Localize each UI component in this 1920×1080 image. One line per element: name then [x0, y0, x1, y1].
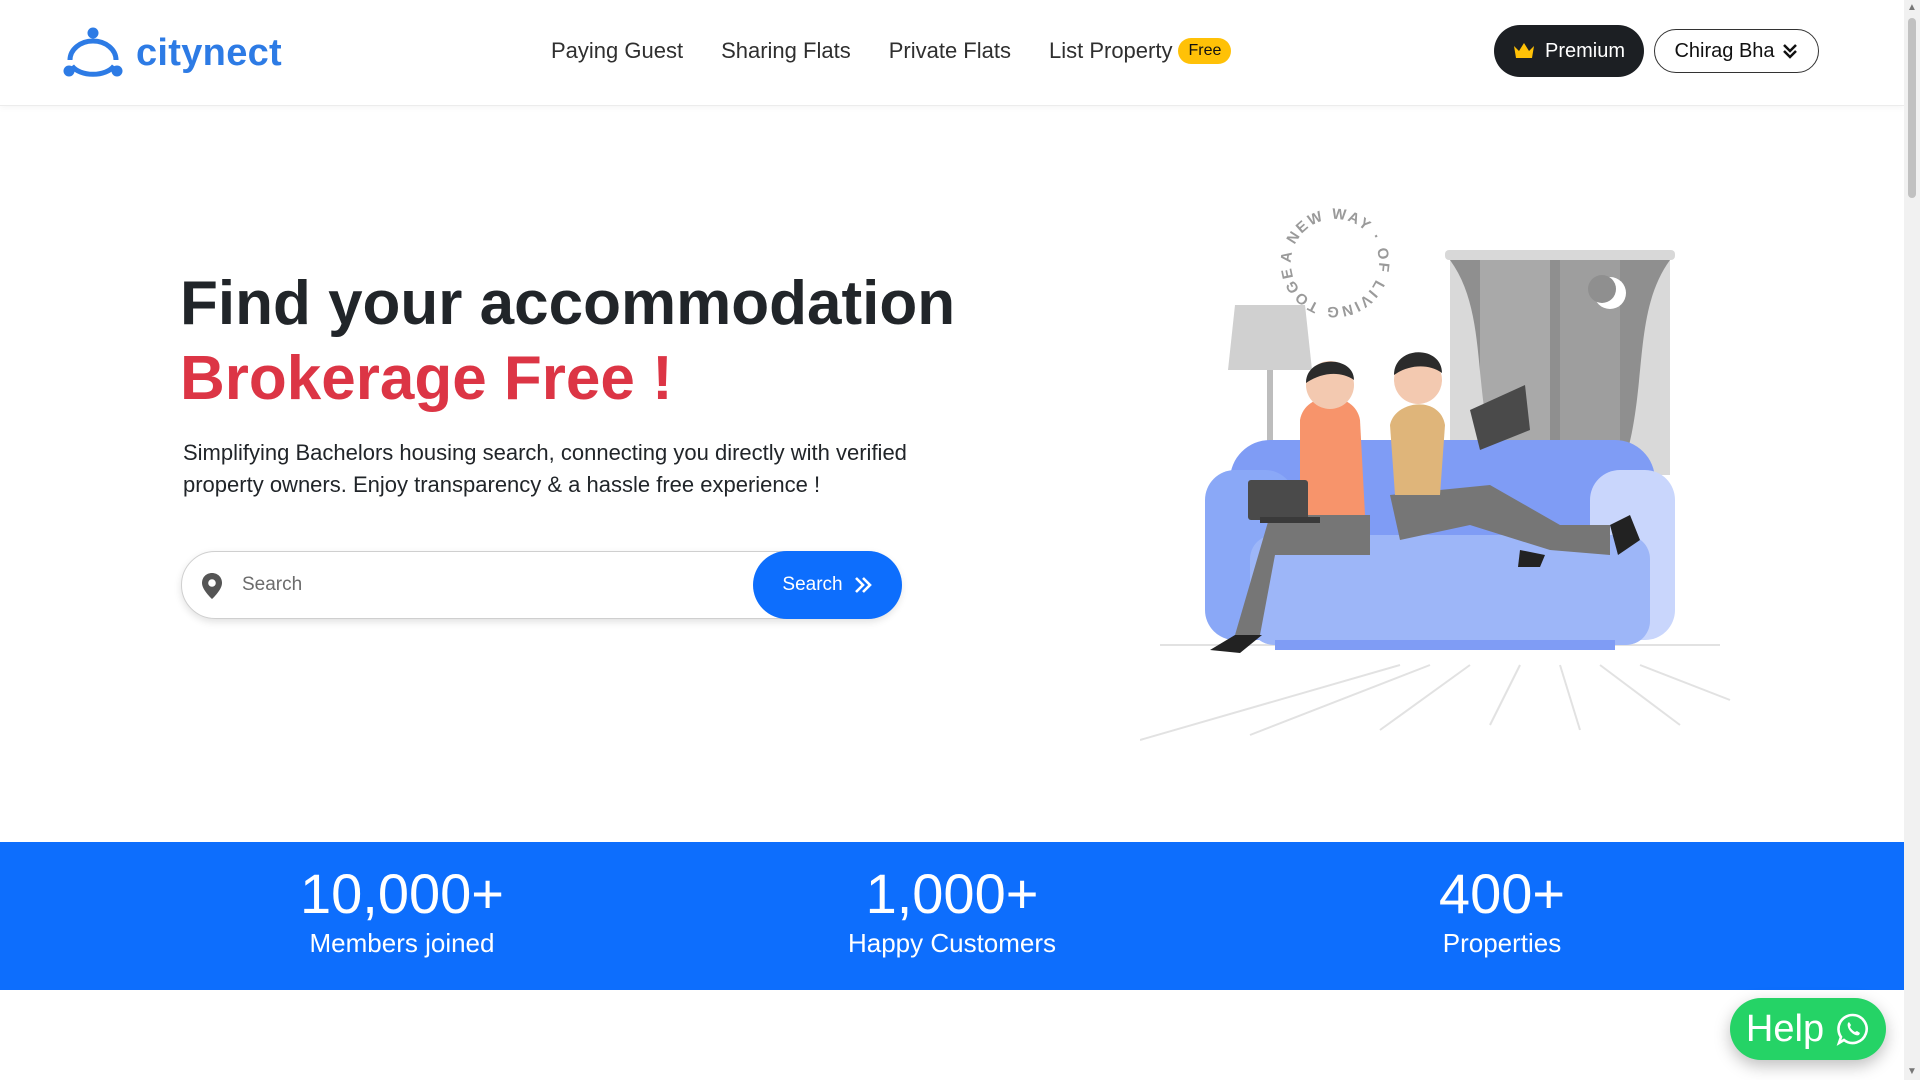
brand-logo-link[interactable]: citynect [62, 26, 282, 80]
nav-list-property-label: List Property [1048, 38, 1173, 63]
hero-description: Simplifying Bachelors housing search, co… [183, 440, 907, 497]
whatsapp-icon [1836, 1013, 1869, 1046]
stat-customers-value: 1,000+ [865, 862, 1039, 925]
stat-properties: 400+ Properties [1292, 862, 1712, 958]
nav-list-property[interactable]: List Property Free [1048, 38, 1232, 64]
stat-properties-value: 400+ [1438, 862, 1566, 925]
search-button[interactable]: Search [753, 551, 902, 619]
navbar: citynect Paying Guest Sharing Flats Priv… [0, 0, 1904, 106]
user-menu-button[interactable]: Chirag Bha [1654, 29, 1819, 73]
scroll-up-arrow-icon[interactable]: ▲ [1904, 0, 1920, 16]
nav-private-flats[interactable]: Private Flats [889, 38, 1011, 64]
free-badge: Free [1178, 38, 1232, 64]
nav-sharing-flats[interactable]: Sharing Flats [721, 38, 851, 64]
search-input[interactable] [242, 562, 722, 608]
stat-properties-label: Properties [1442, 928, 1562, 958]
hero-subtitle: Brokerage Free ! [180, 344, 673, 413]
help-label: Help [1745, 1007, 1825, 1050]
illustration-slogan: A NEW WAY · OF LIVING TOGETHER · [1140, 195, 1392, 320]
page: citynect Paying Guest Sharing Flats Priv… [0, 0, 1920, 1080]
page-scrollbar[interactable]: ▲ ▼ [1904, 0, 1920, 1080]
stat-customers-label: Happy Customers [847, 928, 1057, 958]
search-button-label: Search [782, 574, 843, 595]
hero-title: Find your accommodation [180, 269, 956, 338]
scroll-thumb[interactable] [1908, 18, 1916, 198]
stat-members-value: 10,000+ [300, 862, 504, 925]
chevron-double-right-icon [854, 577, 872, 593]
main-nav: Paying Guest Sharing Flats Private Flats… [551, 38, 1232, 64]
help-whatsapp-button[interactable]: Help [1730, 998, 1886, 1060]
stats-band: 10,000+ Members joined 1,000+ Happy Cust… [0, 842, 1904, 990]
chevron-double-down-icon [1782, 44, 1797, 59]
search-bar: Search [181, 551, 902, 619]
illustration-slogan-path: A NEW WAY · OF LIVING TOGETHER · [1140, 195, 1390, 320]
hero-illustration: A NEW WAY · OF LIVING TOGETHER · [1140, 195, 1731, 741]
brand-name: citynect [136, 31, 283, 74]
stat-members-label: Members joined [309, 928, 495, 958]
stat-members: 10,000+ Members joined [192, 862, 612, 958]
location-pin-icon [202, 573, 222, 599]
crown-icon [1513, 43, 1534, 58]
premium-label: Premium [1544, 39, 1625, 62]
premium-button[interactable]: Premium [1494, 25, 1644, 77]
scroll-down-arrow-icon[interactable]: ▼ [1904, 1064, 1920, 1080]
nav-paying-guest[interactable]: Paying Guest [551, 38, 683, 64]
stat-customers: 1,000+ Happy Customers [742, 862, 1162, 958]
user-name: Chirag Bha [1674, 39, 1775, 62]
citynect-logo-icon [63, 27, 123, 77]
